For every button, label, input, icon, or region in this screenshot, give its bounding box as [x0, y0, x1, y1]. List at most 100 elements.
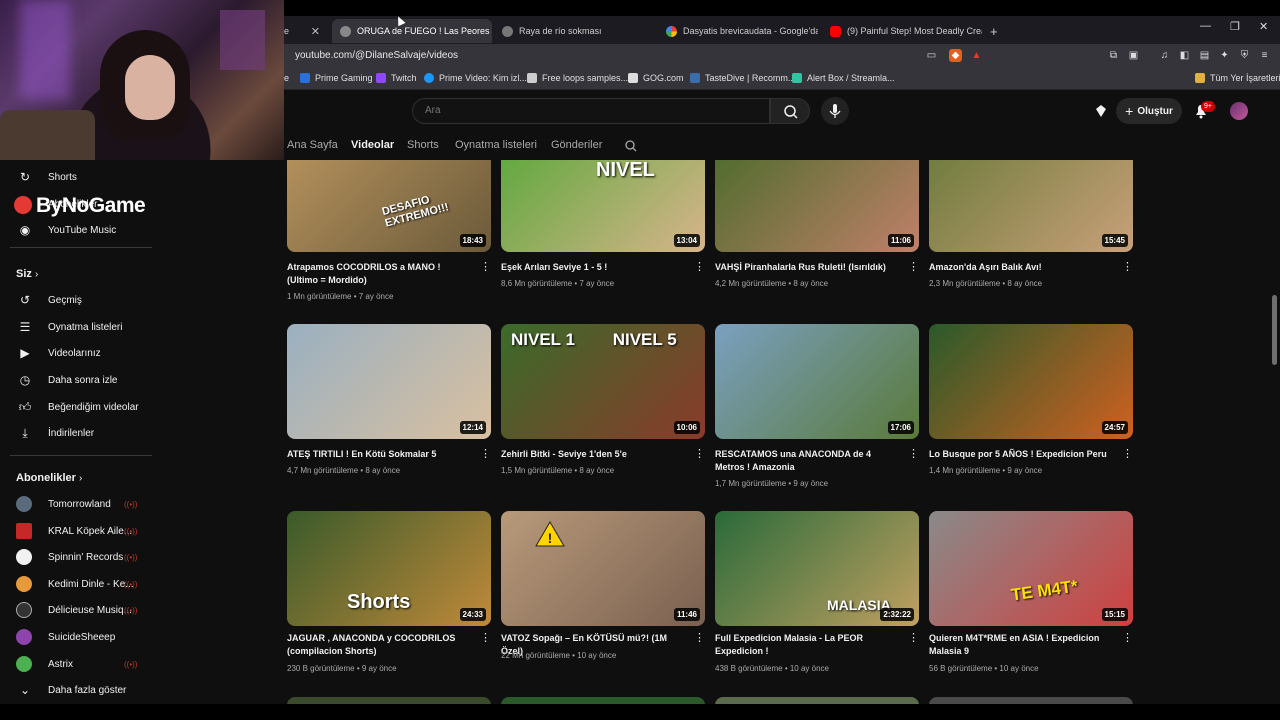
video-thumbnail-peek[interactable] — [929, 697, 1133, 704]
new-tab-button[interactable]: + — [990, 19, 1004, 43]
sidebar-item-watch-later[interactable]: ◷ Daha sonra izle — [0, 367, 160, 393]
sidebar-item-liked[interactable]: 👍︎ Beğendiğim videolar — [0, 394, 160, 420]
subscription-item[interactable]: Déliciеuse Musiq... ((•)) — [0, 597, 160, 623]
url-field[interactable]: youtube.com/@DilaneSalvaje/videos — [295, 50, 458, 61]
all-bookmarks[interactable]: Tüm Yer İşaretleri — [1195, 73, 1280, 83]
more-options-icon[interactable]: ⋮ — [1122, 448, 1133, 460]
bookmark[interactable]: Twitch — [376, 73, 417, 83]
screenshot-icon[interactable]: ▣ — [1127, 49, 1140, 62]
cast-icon[interactable]: ▭ — [925, 49, 938, 62]
bookmark[interactable]: Free loops samples... — [527, 73, 628, 83]
video-thumbnail[interactable]: 11:06 — [715, 160, 919, 252]
video-title[interactable]: Full Expedicion Malasia - La PEOR Expedi… — [715, 632, 901, 658]
close-window-icon[interactable]: ✕ — [1259, 20, 1268, 33]
extensions-icon[interactable]: ⧉ — [1107, 49, 1120, 62]
more-options-icon[interactable]: ⋮ — [694, 448, 705, 460]
bookmark[interactable]: Prime Video: Kim izl... — [424, 73, 527, 83]
tab-shorts[interactable]: Shorts — [407, 139, 439, 151]
sidebar-item-history[interactable]: ↺ Geçmiş — [0, 287, 160, 313]
video-thumbnail[interactable]: ! 11:46 — [501, 511, 705, 626]
bookmark[interactable]: GOG.com — [628, 73, 684, 83]
video-thumbnail[interactable]: Shorts 24:33 — [287, 511, 491, 626]
video-thumbnail[interactable]: 15:45 — [929, 160, 1133, 252]
more-options-icon[interactable]: ⋮ — [908, 448, 919, 460]
sidebar-item-playlists[interactable]: ☰ Oynatma listeleri — [0, 314, 160, 340]
video-thumbnail[interactable]: MALASIA 2:32:22 — [715, 511, 919, 626]
tab-posts[interactable]: Gönderiler — [551, 139, 602, 151]
more-options-icon[interactable]: ⋮ — [908, 632, 919, 644]
subscriptions-heading[interactable]: Abonelikler › — [16, 472, 82, 484]
video-thumbnail[interactable]: NIVEL 1 NIVEL 5 10:06 — [501, 324, 705, 439]
sidebar-item-your-videos[interactable]: ▶ Videolarınız — [0, 340, 160, 366]
video-thumbnail[interactable]: 17:06 — [715, 324, 919, 439]
rewards-icon[interactable]: ▲ — [970, 49, 983, 62]
browser-tab[interactable]: (9) Painful Step! Most Deadly Creatu — [824, 19, 982, 43]
brave-shield-icon[interactable]: ◆ — [949, 49, 962, 62]
sidebar-item-shorts[interactable]: ↻ Shorts — [0, 164, 160, 190]
close-icon[interactable]: ✕ — [305, 25, 326, 38]
more-options-icon[interactable]: ⋮ — [480, 632, 491, 644]
subscription-item[interactable]: KRAL Köpek Aile... ((•)) — [0, 518, 160, 544]
more-options-icon[interactable]: ⋮ — [480, 261, 491, 273]
video-title[interactable]: Lo Busque por 5 AÑOS ! Expedicion Peru — [929, 448, 1115, 461]
subscription-item[interactable]: Kedimi Dinle - Ke... ((•)) — [0, 571, 160, 597]
more-options-icon[interactable]: ⋮ — [908, 261, 919, 273]
voice-search-button[interactable] — [821, 97, 849, 125]
search-input[interactable] — [425, 105, 745, 116]
more-options-icon[interactable]: ⋮ — [694, 261, 705, 273]
browser-tab[interactable]: Dasyatis brevicaudata - Google'da A — [660, 19, 818, 43]
more-options-icon[interactable]: ⋮ — [1122, 632, 1133, 644]
video-title[interactable]: Quieren M4T*RME en ASIA ! Expedicion Mal… — [929, 632, 1115, 658]
video-title[interactable]: RESCATAMOS una ANACONDA de 4 Metros ! Am… — [715, 448, 901, 474]
more-options-icon[interactable]: ⋮ — [1122, 261, 1133, 273]
more-options-icon[interactable]: ⋮ — [694, 632, 705, 644]
video-title[interactable]: Atrapamos COCODRILOS a MANO ! (Ultimo = … — [287, 261, 473, 287]
browser-tab[interactable]: e ✕ — [284, 19, 326, 43]
bookmark[interactable]: Alert Box / Streamla... — [792, 73, 895, 83]
video-title[interactable]: Eşek Arıları Seviye 1 - 5 ! — [501, 261, 687, 274]
subscription-item[interactable]: Spinnin' Records ((•)) — [0, 544, 160, 570]
maximize-icon[interactable]: ❐ — [1230, 20, 1240, 33]
tab-videos[interactable]: Videolar — [351, 139, 394, 151]
channel-search-icon[interactable] — [624, 139, 638, 153]
subscription-item[interactable]: Tomorrowland ((•)) — [0, 491, 160, 517]
video-title[interactable]: ATEŞ TIRTILI ! En Kötü Sokmalar 5 — [287, 448, 473, 461]
video-title[interactable]: VAHŞİ Piranhalarla Rus Ruleti! (Isırıldı… — [715, 261, 901, 274]
scrollbar-thumb[interactable] — [1272, 295, 1277, 365]
search-button[interactable] — [770, 98, 810, 124]
ai-icon[interactable]: ✦ — [1218, 49, 1231, 62]
vpn-icon[interactable]: ⛨ — [1238, 49, 1251, 62]
show-more-button[interactable]: ⌄ Daha fazla göster — [0, 677, 160, 703]
tab-home[interactable]: Ana Sayfa — [287, 139, 338, 151]
video-thumbnail-peek[interactable] — [715, 697, 919, 704]
video-thumbnail[interactable]: DESAFIO EXTREMO!!! 18:43 — [287, 160, 491, 252]
video-thumbnail[interactable]: 24:57 — [929, 324, 1133, 439]
more-options-icon[interactable]: ⋮ — [480, 448, 491, 460]
minimize-icon[interactable]: — — [1200, 20, 1211, 32]
bookmark[interactable]: e — [284, 73, 289, 83]
bookmark[interactable]: Prime Gaming — [300, 73, 373, 83]
video-title[interactable]: Amazon'da Aşırı Balık Avı! — [929, 261, 1115, 274]
video-thumbnail[interactable]: NIVEL 13:04 — [501, 160, 705, 252]
video-thumbnail[interactable]: 12:14 — [287, 324, 491, 439]
menu-icon[interactable]: ≡ — [1258, 49, 1271, 62]
subscription-item[interactable]: SuicideSheeep — [0, 624, 160, 650]
sidebar-item-downloads[interactable]: ⤓ İndirilenler — [0, 420, 160, 446]
create-button[interactable]: + Oluştur — [1116, 98, 1182, 124]
sidebar-toggle-icon[interactable]: ◧ — [1178, 49, 1191, 62]
wallet-icon[interactable]: ▤ — [1198, 49, 1211, 62]
subscription-item[interactable]: Astrix ((•)) — [0, 651, 160, 677]
tab-playlists[interactable]: Oynatma listeleri — [455, 139, 537, 151]
video-title[interactable]: Zehirli Bitki - Seviye 1'den 5'e — [501, 448, 687, 461]
video-thumbnail-peek[interactable] — [501, 697, 705, 704]
browser-tab-active[interactable]: ORUGA de FUEGO ! Las Peores F ✕ — [332, 19, 492, 43]
premium-icon[interactable] — [1093, 103, 1109, 119]
scrollbar[interactable] — [1270, 96, 1278, 704]
user-avatar[interactable] — [1230, 102, 1248, 120]
browser-tab[interactable]: Raya de río sokması — [496, 19, 656, 43]
media-icon[interactable]: ♫ — [1158, 49, 1171, 62]
you-section-heading[interactable]: Siz › — [16, 268, 38, 280]
video-thumbnail-peek[interactable] — [287, 697, 491, 704]
video-thumbnail[interactable]: TE M4T* 15:15 — [929, 511, 1133, 626]
video-title[interactable]: JAGUAR , ANACONDA y COCODRILOS (compilac… — [287, 632, 473, 658]
